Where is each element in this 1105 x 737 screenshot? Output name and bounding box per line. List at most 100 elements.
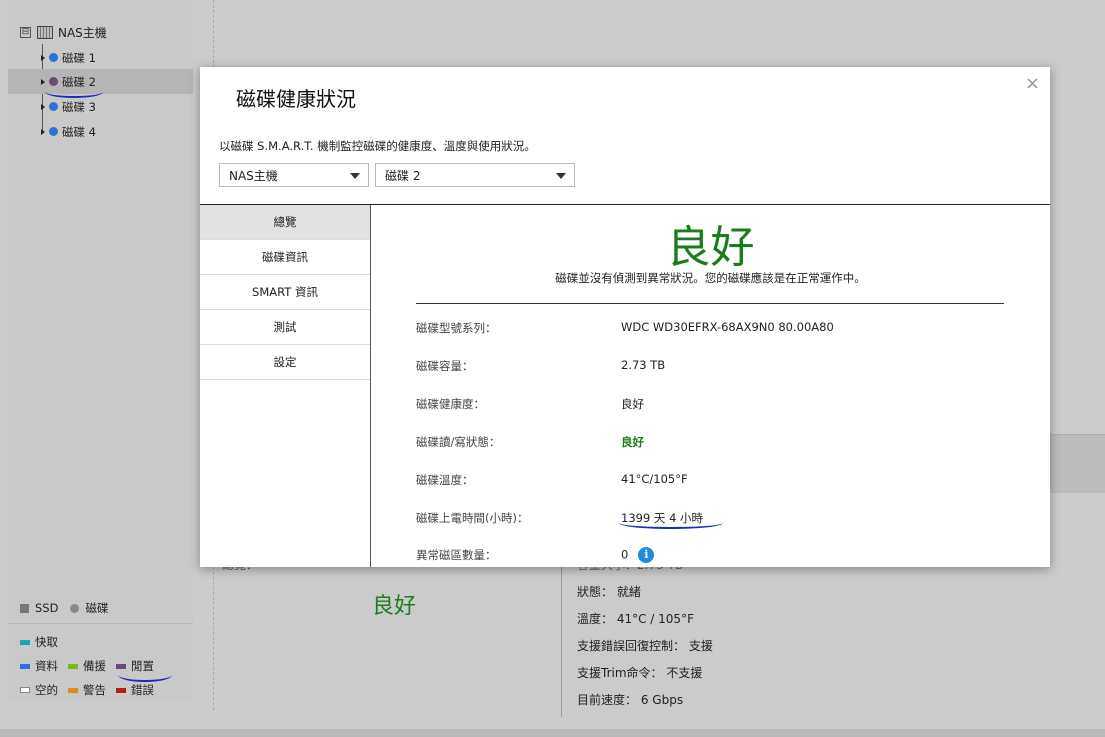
legend-ssd: SSD xyxy=(35,601,59,615)
spare-swatch-icon xyxy=(68,663,78,669)
tree-item-label: 磁碟 3 xyxy=(62,99,96,114)
info-value: 支援 xyxy=(688,639,713,653)
content-divider xyxy=(416,303,1004,304)
tree-root-nas[interactable]: ⊟ NAS主機 xyxy=(20,22,107,42)
legend-spare: 備援 xyxy=(83,659,106,673)
pen-annotation-underline xyxy=(619,517,723,529)
tab-test[interactable]: 測試 xyxy=(200,310,370,345)
dialog-nav: 總覽 磁碟資訊 SMART 資訊 測試 設定 xyxy=(200,205,371,567)
bad-sector-count: 0 xyxy=(621,547,629,562)
tab-disk-info[interactable]: 磁碟資訊 xyxy=(200,240,370,275)
disk-status-dot-icon xyxy=(49,77,58,86)
legend-data: 資料 xyxy=(35,659,58,673)
cache-swatch-icon xyxy=(20,639,30,645)
info-row-capacity: 磁碟容量： 2.73 TB xyxy=(416,358,1016,378)
info-value: 6 Gbps xyxy=(640,693,684,707)
warning-swatch-icon xyxy=(68,687,78,693)
disk-select[interactable]: 磁碟 2 xyxy=(375,163,575,187)
tree-item-disk-3[interactable]: 磁碟 3 xyxy=(8,94,193,119)
info-icon[interactable]: i xyxy=(638,547,655,563)
overview-content: 良好 磁碟並沒有偵測到異常狀況。您的磁碟應該是在正常運作中。 磁碟型號系列： W… xyxy=(371,205,1050,567)
info-label: 異常磁區數量： xyxy=(416,548,497,562)
legend-row-1: 快取 xyxy=(20,634,68,650)
expand-arrow-icon[interactable] xyxy=(41,128,45,135)
info-row-rw-status: 磁碟讀/寫狀態： 良好 xyxy=(416,434,1016,454)
disk-select-value: 磁碟 2 xyxy=(385,168,421,183)
info-value: 0i xyxy=(621,547,655,563)
info-label: 支援Trim命令： xyxy=(577,666,663,680)
chevron-down-icon xyxy=(350,173,360,179)
tree-item-label: 磁碟 4 xyxy=(62,124,96,139)
info-value: 良好 xyxy=(621,435,644,449)
legend-divider xyxy=(8,623,193,624)
legend-cache: 快取 xyxy=(35,635,58,649)
info-row-bad-sectors: 異常磁區數量： 0i xyxy=(416,547,1016,567)
tab-settings[interactable]: 設定 xyxy=(200,345,370,380)
background-info-row: 支援Trim命令： 不支援 xyxy=(577,664,702,681)
info-value: 不支援 xyxy=(666,666,703,680)
bottom-bar xyxy=(0,729,1105,737)
info-label: 磁碟溫度： xyxy=(416,473,474,487)
background-table-header xyxy=(1050,434,1105,493)
chevron-down-icon xyxy=(556,173,566,179)
legend-error: 錯誤 xyxy=(131,683,154,697)
tree-item-label: 磁碟 1 xyxy=(62,50,96,65)
info-label: 磁碟型號系列： xyxy=(416,321,497,335)
expand-arrow-icon[interactable] xyxy=(41,78,45,85)
legend-row-3: 空的 警告 錯誤 xyxy=(20,682,164,698)
legend-empty: 空的 xyxy=(35,683,58,697)
tree-item-disk-1[interactable]: 磁碟 1 xyxy=(8,45,193,70)
health-status-message: 磁碟並沒有偵測到異常狀況。您的磁碟應該是在正常運作中。 xyxy=(555,271,866,285)
pen-annotation-underline xyxy=(45,86,103,98)
background-info-row: 支援錯誤回復控制： 支援 xyxy=(577,637,713,654)
empty-swatch-icon xyxy=(20,687,30,693)
pen-annotation-underline xyxy=(118,668,172,682)
hdd-circle-icon xyxy=(70,603,80,613)
info-label: 狀態： xyxy=(577,585,614,599)
info-label: 磁碟上電時間(小時)： xyxy=(416,511,529,525)
dialog-description: 以磁碟 S.M.A.R.T. 機制監控磁碟的健康度、溫度與使用狀況。 xyxy=(219,139,536,153)
info-label: 磁碟容量： xyxy=(416,359,474,373)
collapse-icon[interactable]: ⊟ xyxy=(20,26,31,38)
tree-item-disk-4[interactable]: 磁碟 4 xyxy=(8,119,193,144)
disk-status-dot-icon xyxy=(49,53,58,62)
disk-type-legend: SSD 磁碟 xyxy=(8,595,193,621)
free-swatch-icon xyxy=(116,663,126,669)
data-swatch-icon xyxy=(20,663,30,669)
nas-icon xyxy=(37,25,53,39)
close-icon[interactable]: × xyxy=(1025,73,1040,94)
tree-root-label: NAS主機 xyxy=(58,25,107,40)
tab-overview[interactable]: 總覽 xyxy=(200,205,370,240)
info-value: 41°C / 105°F xyxy=(616,612,694,626)
disk-status-dot-icon xyxy=(49,102,58,111)
health-status-big: 良好 xyxy=(666,222,755,273)
info-value: 41°C/105°F xyxy=(621,472,688,486)
background-info-row: 溫度： 41°C / 105°F xyxy=(577,610,694,627)
legend-hdd: 磁碟 xyxy=(85,601,109,615)
background-health-status: 良好 xyxy=(372,594,417,619)
info-label: 溫度： xyxy=(577,612,614,626)
host-select[interactable]: NAS主機 xyxy=(219,163,369,187)
info-label: 磁碟健康度： xyxy=(416,397,485,411)
info-value: 良好 xyxy=(621,397,644,411)
ssd-square-icon xyxy=(20,603,29,613)
info-row-temperature: 磁碟溫度： 41°C/105°F xyxy=(416,472,1016,492)
error-swatch-icon xyxy=(116,687,126,693)
info-value: 就緒 xyxy=(616,585,641,599)
background-info-row: 目前速度： 6 Gbps xyxy=(577,691,683,708)
expand-arrow-icon[interactable] xyxy=(41,103,45,110)
dialog-title: 磁碟健康狀況 xyxy=(236,87,356,111)
info-row-model: 磁碟型號系列： WDC WD30EFRX-68AX9N0 80.00A80 xyxy=(416,320,1016,340)
background-info-row: 狀態： 就緒 xyxy=(577,583,641,600)
info-label: 支援錯誤回復控制： xyxy=(577,639,686,653)
info-label: 磁碟讀/寫狀態： xyxy=(416,435,501,449)
info-label: 目前速度： xyxy=(577,693,638,707)
legend-warning: 警告 xyxy=(83,683,106,697)
disk-status-dot-icon xyxy=(49,127,58,136)
info-value: WDC WD30EFRX-68AX9N0 80.00A80 xyxy=(621,320,834,334)
info-row-health: 磁碟健康度： 良好 xyxy=(416,396,1016,416)
expand-arrow-icon[interactable] xyxy=(41,54,45,61)
background-divider xyxy=(561,567,562,717)
tab-smart-info[interactable]: SMART 資訊 xyxy=(200,275,370,310)
info-value: 2.73 TB xyxy=(621,358,666,372)
